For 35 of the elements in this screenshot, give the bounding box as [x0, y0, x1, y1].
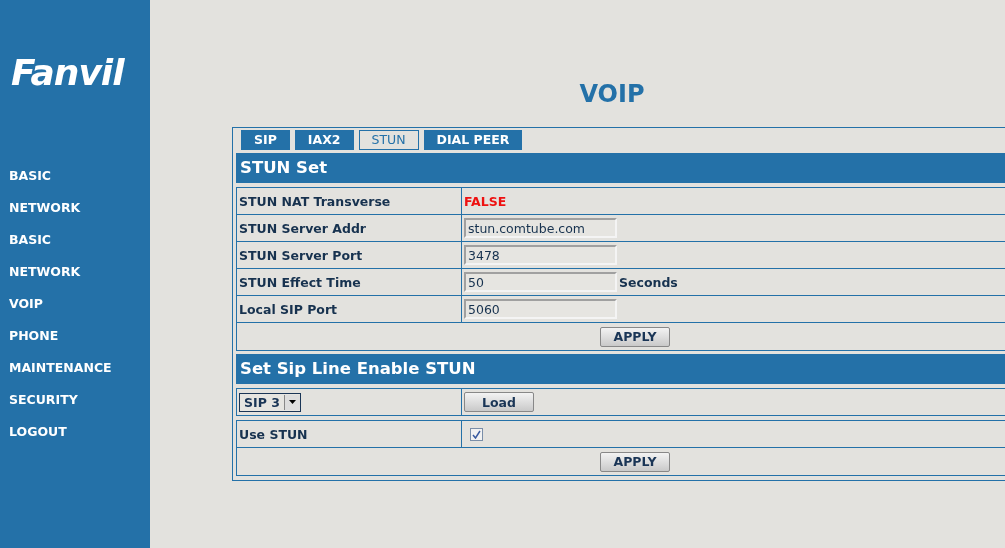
logo: Fanvil — [11, 52, 126, 95]
load-button[interactable]: Load — [464, 392, 534, 412]
input-field[interactable]: 3478 — [464, 245, 617, 265]
field-label: STUN Server Port — [237, 242, 462, 268]
nav-link[interactable]: BASIC — [0, 160, 150, 192]
tab[interactable]: IAX2 — [294, 130, 354, 150]
nav-link[interactable]: NETWORK — [0, 256, 150, 288]
tab[interactable]: STUN — [358, 130, 419, 150]
tab[interactable]: SIP — [241, 130, 290, 150]
page-title: VOIP — [578, 80, 646, 110]
checkbox[interactable] — [470, 427, 483, 441]
status-value: FALSE — [464, 193, 507, 209]
field-label: Local SIP Port — [237, 296, 462, 322]
field-label: STUN Effect Time — [237, 269, 462, 295]
nav-link[interactable]: MAINTENANCE — [0, 352, 150, 384]
input-field[interactable]: 5060 — [464, 299, 617, 319]
nav-link[interactable]: SECURITY — [0, 384, 150, 416]
nav-link[interactable]: LOGOUT — [0, 416, 150, 448]
caret-icon — [283, 394, 300, 410]
section-heading: Set Sip Line Enable STUN — [236, 354, 1005, 384]
nav-link[interactable]: BASIC — [0, 224, 150, 256]
unit-label: Seconds — [619, 274, 678, 290]
input-field[interactable]: 50 — [464, 272, 617, 292]
field-label: STUN Server Addr — [237, 215, 462, 241]
field-label: Use STUN — [237, 421, 462, 447]
nav-link[interactable]: PHONE — [0, 320, 150, 352]
apply-button[interactable]: APPLY — [600, 451, 670, 472]
apply-button[interactable]: APPLY — [600, 326, 670, 347]
field-label: STUN NAT Transverse — [237, 188, 462, 214]
section-heading: STUN Set — [236, 153, 1005, 183]
input-field[interactable]: stun.comtube.com — [464, 218, 617, 238]
nav-link[interactable]: NETWORK — [0, 192, 150, 224]
tab[interactable]: DIAL PEER — [423, 130, 523, 150]
nav-link[interactable]: VOIP — [0, 288, 150, 320]
line-select[interactable]: SIP 3 — [239, 392, 301, 412]
